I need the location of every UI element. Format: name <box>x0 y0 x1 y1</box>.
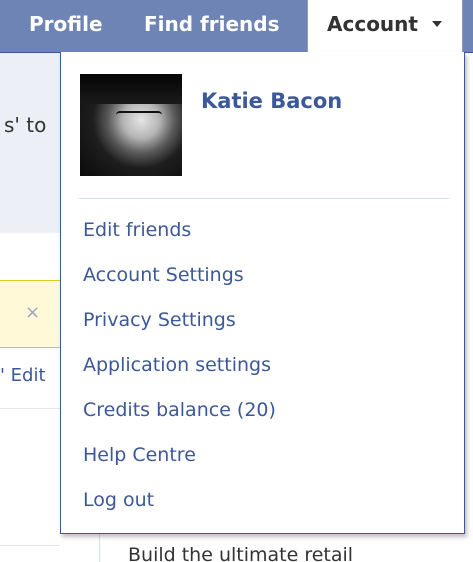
background-ad-text: Build the ultimate retail <box>128 544 354 562</box>
chevron-down-icon <box>432 21 442 27</box>
edit-link[interactable]: ' Edit <box>0 365 46 386</box>
menu-list: Edit friends Account Settings Privacy Se… <box>83 215 276 530</box>
background-snippet: s' to <box>4 113 47 137</box>
menu-item-application-settings[interactable]: Application settings <box>83 350 276 395</box>
page: Profile Find friends Account s' to × ' E… <box>0 0 473 562</box>
close-icon[interactable]: × <box>25 302 40 323</box>
nav-profile-link[interactable]: Profile <box>29 8 103 40</box>
top-nav-bar: Profile Find friends Account <box>0 0 473 53</box>
user-name-link[interactable]: Katie Bacon <box>201 89 342 113</box>
nav-find-friends-link[interactable]: Find friends <box>144 8 279 40</box>
nav-bar-edge <box>463 0 473 52</box>
menu-item-log-out[interactable]: Log out <box>83 485 276 530</box>
divider <box>0 545 60 546</box>
avatar-hair-shading <box>80 74 182 104</box>
menu-item-credits-balance[interactable]: Credits balance (20) <box>83 395 276 440</box>
menu-divider <box>79 198 449 199</box>
menu-item-help-centre[interactable]: Help Centre <box>83 440 276 485</box>
menu-item-account-settings[interactable]: Account Settings <box>83 260 276 305</box>
column-divider <box>99 530 100 562</box>
avatar-glasses-shading <box>116 111 162 121</box>
background-panel <box>0 53 60 233</box>
menu-item-privacy-settings[interactable]: Privacy Settings <box>83 305 276 350</box>
account-label: Account <box>327 12 418 36</box>
menu-item-edit-friends[interactable]: Edit friends <box>83 215 276 260</box>
account-menu-button[interactable]: Account <box>307 0 463 53</box>
avatar[interactable] <box>80 74 182 176</box>
account-dropdown-menu: Katie Bacon Edit friends Account Setting… <box>60 52 465 534</box>
divider <box>0 408 60 409</box>
